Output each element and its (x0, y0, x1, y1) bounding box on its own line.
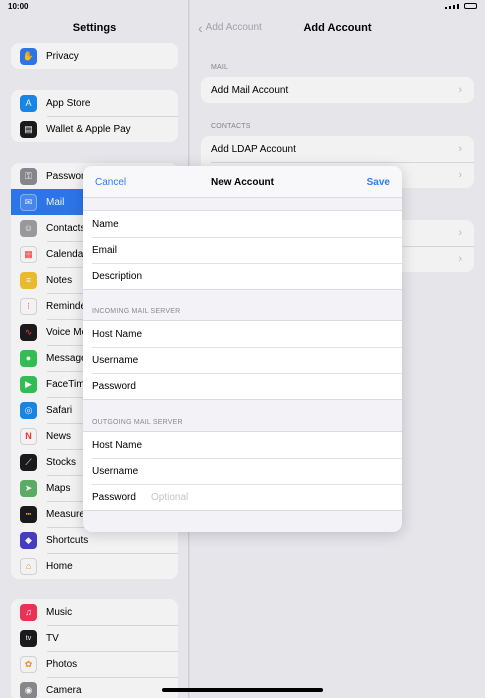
description-input[interactable] (151, 270, 402, 282)
outgoing-username-field[interactable]: Username (83, 458, 402, 484)
home-indicator[interactable] (162, 688, 323, 692)
outgoing-host-name-label: Host Name (92, 439, 143, 451)
email-input[interactable] (151, 244, 402, 256)
signal-icon (445, 7, 447, 9)
modal-navbar: Cancel New Account Save (83, 166, 402, 198)
outgoing-username-input[interactable] (151, 465, 402, 477)
description-label: Description (92, 270, 143, 282)
incoming-username-input[interactable] (151, 354, 402, 366)
outgoing-host-name-input[interactable] (151, 439, 402, 451)
incoming-host-name-input[interactable] (151, 328, 402, 340)
incoming-host-name-label: Host Name (92, 328, 143, 340)
status-icons (445, 3, 477, 9)
battery-icon (464, 3, 477, 9)
incoming-password-input[interactable] (151, 380, 402, 392)
outgoing-password-label: Password (92, 491, 136, 503)
incoming-server-header: INCOMING MAIL SERVER (92, 308, 181, 315)
save-button[interactable]: Save (367, 177, 390, 188)
outgoing-password-field[interactable]: Password (83, 484, 402, 510)
outgoing-username-label: Username (92, 465, 139, 477)
incoming-password-label: Password (92, 380, 136, 392)
outgoing-password-input[interactable] (151, 491, 402, 503)
outgoing-host-name-field[interactable]: Host Name (83, 432, 402, 458)
new-account-sheet: Cancel New Account Save Name Email Descr… (83, 166, 402, 532)
outgoing-server-header: OUTGOING MAIL SERVER (92, 419, 183, 426)
name-input[interactable] (151, 218, 402, 230)
account-info-group: Name Email Description (83, 210, 402, 290)
incoming-username-field[interactable]: Username (83, 347, 402, 373)
modal-title: New Account (211, 177, 274, 188)
email-label: Email (92, 244, 118, 256)
cancel-button[interactable]: Cancel (95, 177, 126, 188)
outgoing-server-group: Host Name Username Password (83, 431, 402, 511)
name-field[interactable]: Name (83, 211, 402, 237)
description-field[interactable]: Description (83, 263, 402, 289)
name-label: Name (92, 218, 119, 230)
email-field[interactable]: Email (83, 237, 402, 263)
incoming-password-field[interactable]: Password (83, 373, 402, 399)
status-bar: 10:00 (0, 0, 485, 14)
incoming-username-label: Username (92, 354, 139, 366)
incoming-host-name-field[interactable]: Host Name (83, 321, 402, 347)
incoming-server-group: Host Name Username Password (83, 320, 402, 400)
status-time: 10:00 (8, 2, 29, 11)
